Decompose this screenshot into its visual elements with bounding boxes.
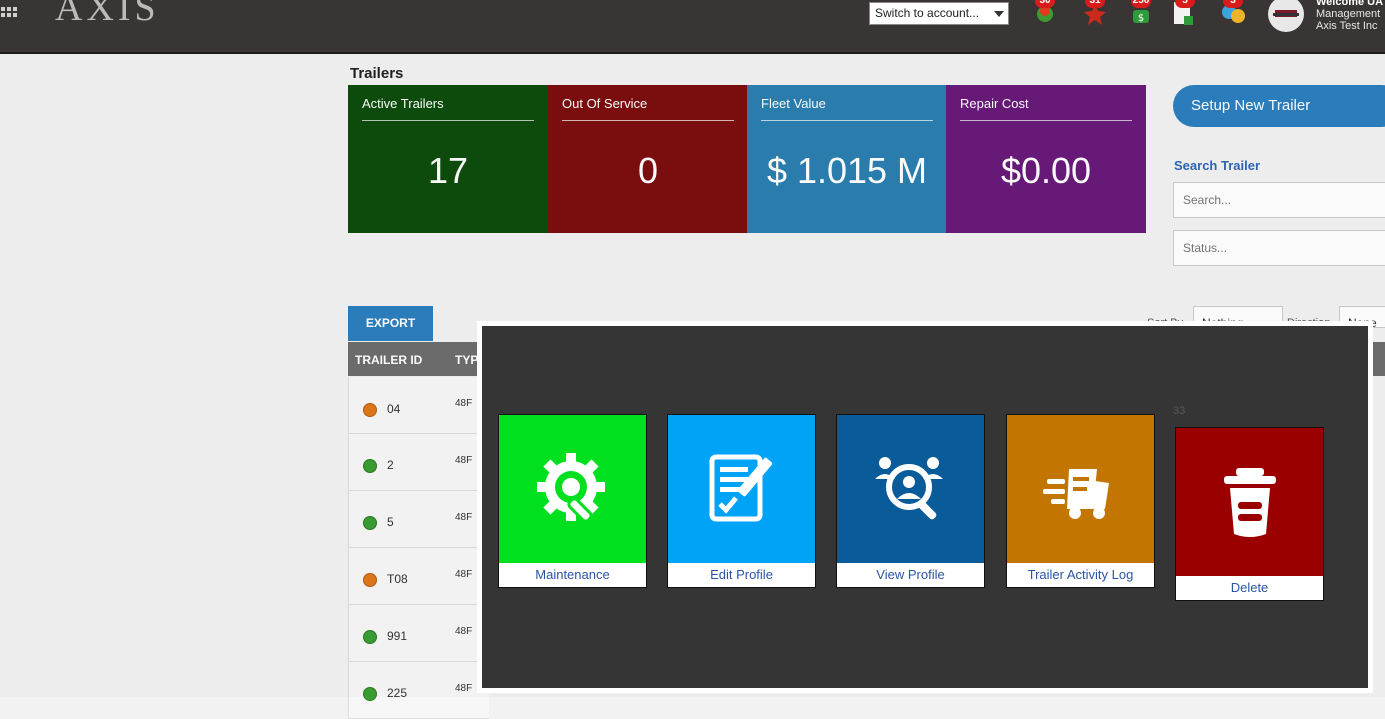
maintenance-tile[interactable]: Maintenance	[498, 414, 647, 588]
app-logo[interactable]: AXIS	[55, 0, 160, 30]
trailer-activity-log-tile[interactable]: Trailer Activity Log	[1006, 414, 1155, 588]
welcome-text: Welcome UA Management Axis Test Inc	[1316, 0, 1383, 32]
view-profile-label: View Profile	[837, 563, 984, 587]
documents-notification[interactable]: 5	[1172, 0, 1198, 26]
svg-text:$: $	[1138, 13, 1144, 24]
apps-grid-icon[interactable]	[0, 0, 22, 22]
gear-wrench-icon	[536, 453, 605, 523]
maintenance-face	[499, 415, 646, 563]
faint-number: 33	[1173, 405, 1186, 417]
messages-notification[interactable]: 31	[1082, 0, 1108, 26]
welcome-user: Welcome UA	[1316, 0, 1384, 8]
trailer-fast-icon	[1042, 469, 1109, 519]
trailer-activity-log-face	[1007, 415, 1154, 563]
truck-logo-icon	[1273, 10, 1299, 17]
edit-profile-face	[668, 415, 815, 563]
top-bar: AXIS Switch to account... 30 31 $ 250 5 …	[0, 0, 1385, 54]
user-company: Axis Test Inc	[1316, 20, 1378, 32]
user-search-icon	[874, 457, 943, 520]
delete-face	[1176, 428, 1323, 576]
edit-profile-tile[interactable]: Edit Profile	[667, 414, 816, 588]
trash-icon	[1223, 468, 1276, 537]
view-profile-tile[interactable]: View Profile	[836, 414, 985, 588]
user-role: Management	[1316, 8, 1381, 20]
money-notification[interactable]: $ 250	[1128, 0, 1154, 26]
edit-profile-label: Edit Profile	[668, 563, 815, 587]
avatar[interactable]	[1268, 0, 1304, 32]
maintenance-label: Maintenance	[499, 563, 646, 587]
trailer-actions-modal: Maintenance Edit Profile View Profile Tr…	[477, 321, 1373, 693]
view-profile-face	[837, 415, 984, 563]
account-switch-value: Switch to account...	[875, 6, 980, 20]
account-switch-select[interactable]: Switch to account...	[869, 2, 1009, 25]
chevron-down-icon	[994, 11, 1004, 17]
chat-notification[interactable]: 3	[1220, 0, 1246, 26]
alerts-notification[interactable]: 30	[1032, 0, 1058, 26]
delete-label: Delete	[1176, 576, 1323, 600]
trailer-activity-log-label: Trailer Activity Log	[1007, 563, 1154, 587]
document-pencil-icon	[709, 454, 772, 522]
delete-tile[interactable]: Delete	[1175, 427, 1324, 601]
